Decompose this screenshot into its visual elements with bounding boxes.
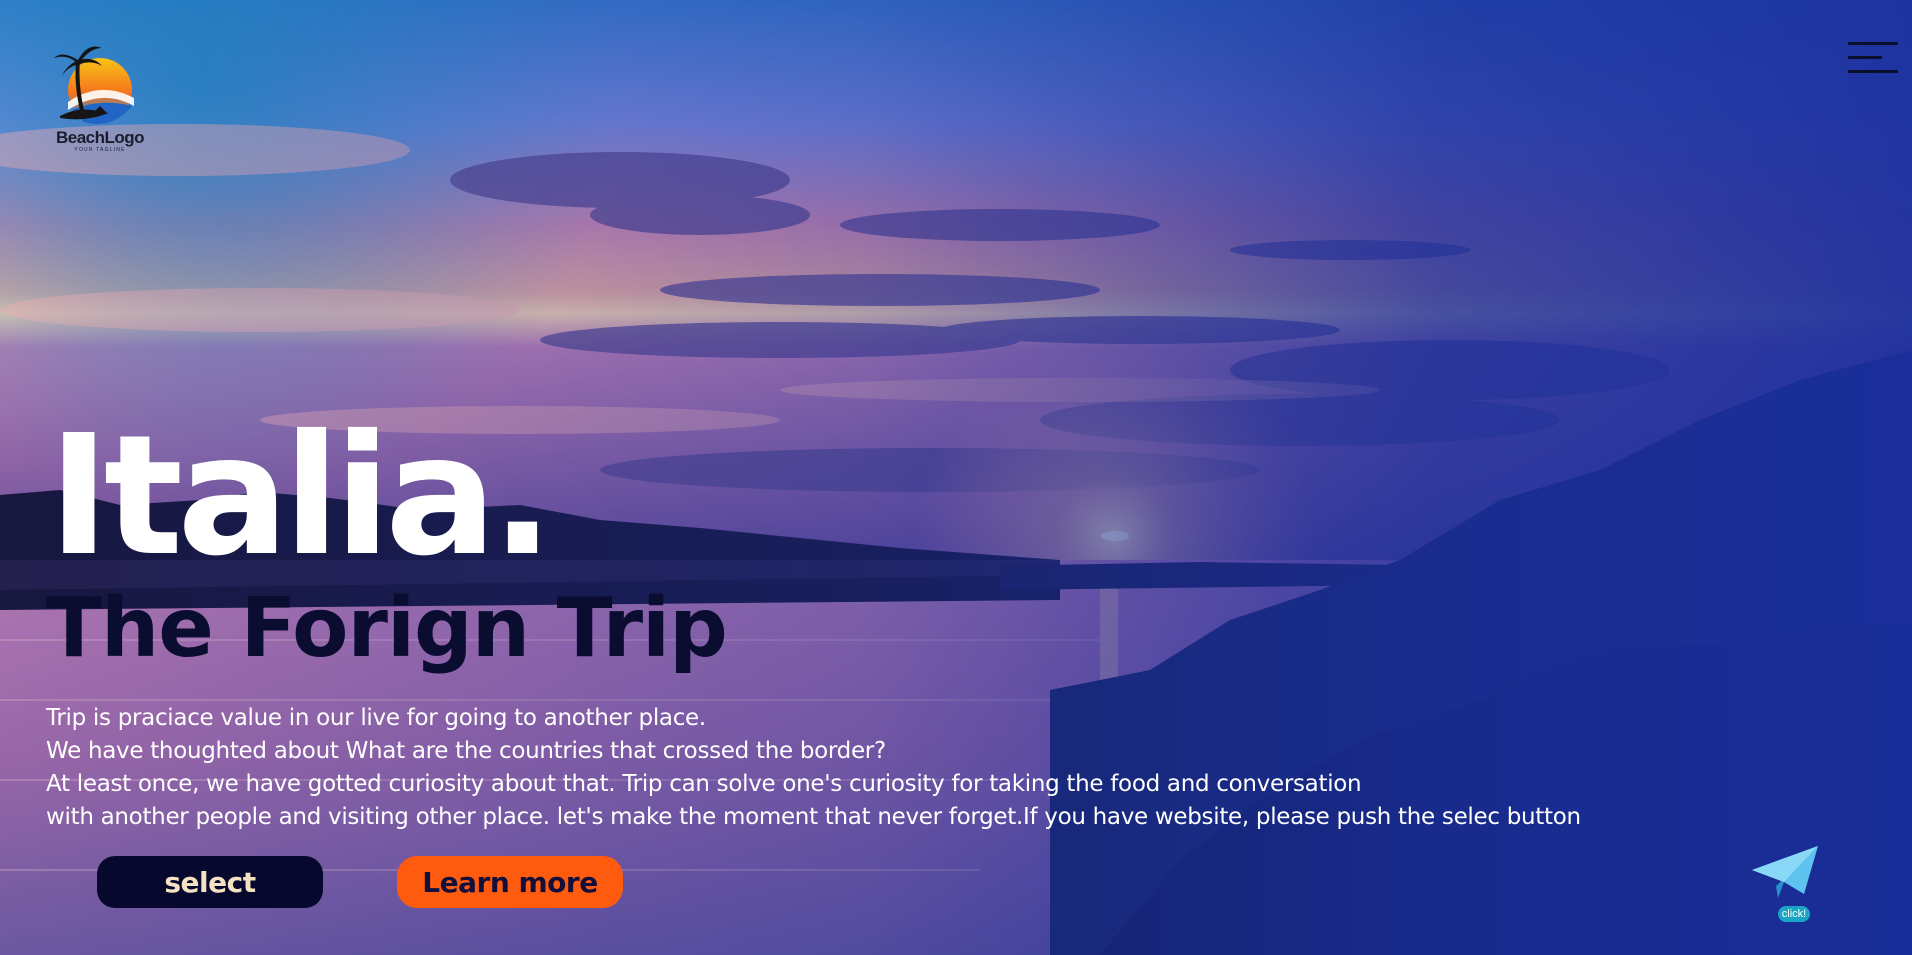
send-click-label[interactable]: click! <box>1778 906 1810 922</box>
hero-subtitle: The Forign Trip <box>46 581 728 676</box>
send-widget[interactable]: click! <box>1748 842 1820 924</box>
landing-page: BeachLogo YOUR TAGLINE Italia. The Forig… <box>0 0 1912 955</box>
learn-more-button[interactable]: Learn more <box>397 856 623 908</box>
hero-description-line: with another people and visiting other p… <box>46 804 1581 830</box>
menu-bar-bottom <box>1848 70 1898 73</box>
hero-description-line: At least once, we have gotted curiosity … <box>46 771 1362 797</box>
menu-button[interactable] <box>1846 40 1902 74</box>
select-button[interactable]: select <box>97 856 323 908</box>
hero-title: Italia. <box>48 400 554 593</box>
paper-plane-icon <box>1752 846 1818 898</box>
brand-logo[interactable]: BeachLogo YOUR TAGLINE <box>52 40 148 158</box>
hero-description-line: Trip is praciace value in our live for g… <box>46 705 706 731</box>
hero-description: Trip is praciace value in our live for g… <box>46 702 1581 834</box>
menu-bar-top <box>1848 42 1898 45</box>
logo-tagline: YOUR TAGLINE <box>74 147 126 153</box>
hero-description-line: We have thoughted about What are the cou… <box>46 738 886 764</box>
menu-bar-middle <box>1848 56 1882 59</box>
logo-name: BeachLogo <box>55 128 145 147</box>
beach-logo-icon <box>54 46 134 124</box>
